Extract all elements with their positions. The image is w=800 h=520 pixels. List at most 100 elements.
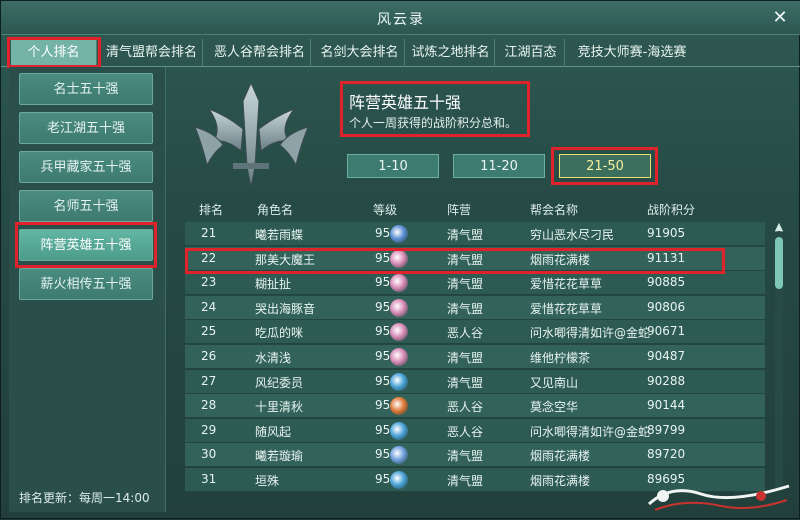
rank-cell: 29 <box>201 422 217 437</box>
tab-trial-ranking[interactable]: 试炼之地排名 <box>407 39 495 67</box>
table-row[interactable]: 23 糊扯扯 95 清气盟 爱惜花花草草 90885 <box>185 271 765 296</box>
guild-cell: 又见南山 <box>530 375 579 390</box>
character-name-cell: 十里清秋 <box>255 400 304 415</box>
rank-cell: 30 <box>201 447 217 462</box>
score-cell: 89720 <box>647 447 686 462</box>
score-cell: 90671 <box>647 324 686 339</box>
rank-cell: 27 <box>201 373 217 388</box>
character-name-cell: 水清浅 <box>255 351 292 365</box>
character-name-cell: 糊扯扯 <box>255 277 292 292</box>
rank-cell: 28 <box>201 398 217 413</box>
score-cell: 90806 <box>647 299 686 314</box>
header-level: 等级 <box>373 203 398 217</box>
school-icon <box>390 348 408 366</box>
score-cell: 89799 <box>647 422 686 437</box>
game-logo <box>647 484 790 511</box>
guild-cell: 莫念空华 <box>530 400 579 415</box>
camp-cell: 恶人谷 <box>447 400 484 415</box>
character-name-cell: 哭出海豚音 <box>255 301 316 316</box>
sidebar-item-bingjia[interactable]: 兵甲藏家五十强 <box>19 151 153 183</box>
row-highlight-outline <box>185 248 725 274</box>
school-icon <box>390 323 408 342</box>
table-row[interactable]: 26 水清浅 95 清气盟 维他柠檬茶 90487 <box>185 345 765 369</box>
level-cell: 95 <box>375 299 391 314</box>
school-icon <box>390 446 408 465</box>
table-row[interactable]: 25 吃瓜的咪 95 恶人谷 问水唧得清如许@金蛇 90671 <box>185 320 765 345</box>
tab-jianghu-baitai[interactable]: 江湖百态 <box>497 39 565 67</box>
school-icon <box>390 225 408 243</box>
sidebar-item-mingshi[interactable]: 名士五十强 <box>19 73 153 105</box>
range-button-1-10[interactable]: 1-10 <box>347 154 439 178</box>
rank-cell: 23 <box>201 275 217 290</box>
guild-cell: 问水唧得清如许@金蛇 <box>530 326 651 341</box>
level-cell: 95 <box>375 373 391 388</box>
school-icon <box>390 298 408 317</box>
level-cell: 95 <box>375 422 391 437</box>
table-row[interactable]: 28 十里清秋 95 恶人谷 莫念空华 90144 <box>185 394 765 419</box>
scrollbar-thumb[interactable] <box>775 237 783 289</box>
guild-cell: 穷山恶水尽刁民 <box>530 228 615 242</box>
score-cell: 91905 <box>647 226 686 240</box>
title-bar: 风云录 ✕ <box>1 1 800 35</box>
level-cell: 95 <box>375 472 391 486</box>
level-cell: 95 <box>375 398 391 413</box>
school-icon <box>390 397 408 416</box>
emblem-icon <box>194 81 309 188</box>
camp-cell: 清气盟 <box>447 277 484 292</box>
window-title: 风云录 <box>377 12 425 28</box>
table-row[interactable]: 27 风纪委员 95 清气盟 又见南山 90288 <box>185 369 765 394</box>
sidebar-highlight-outline <box>15 222 157 268</box>
camp-cell: 清气盟 <box>447 228 484 242</box>
rank-cell: 26 <box>201 349 217 363</box>
tab-master-competition[interactable]: 竞技大师赛-海选赛 <box>567 39 697 67</box>
header-camp: 阵营 <box>447 203 472 217</box>
guild-cell: 爱惜花花草草 <box>530 277 603 292</box>
sidebar-item-xinhuo[interactable]: 薪火相传五十强 <box>19 268 153 300</box>
rank-cell: 21 <box>201 226 217 240</box>
school-icon <box>390 471 408 489</box>
header-rank: 排名 <box>199 203 224 217</box>
camp-cell: 清气盟 <box>447 375 484 390</box>
character-name-cell: 风纪委员 <box>255 375 304 390</box>
sidebar-item-mingshi-master[interactable]: 名师五十强 <box>19 190 153 222</box>
header-guild: 帮会名称 <box>530 203 579 217</box>
level-cell: 95 <box>375 324 391 339</box>
table-row[interactable]: 29 随风起 95 恶人谷 问水唧得清如许@金蛇 89799 <box>185 418 765 443</box>
header-name: 角色名 <box>257 203 294 217</box>
range-button-11-20[interactable]: 11-20 <box>453 154 545 178</box>
character-name-cell: 曦若雨蝶 <box>255 228 304 242</box>
level-cell: 95 <box>375 226 391 240</box>
ranking-description: 个人一周获得的战阶积分总和。 <box>349 116 518 130</box>
camp-cell: 清气盟 <box>447 301 484 316</box>
table-row[interactable]: 24 哭出海豚音 95 清气盟 爱惜花花草草 90806 <box>185 295 765 320</box>
character-name-cell: 曦若璇瑜 <box>255 449 304 464</box>
character-name-cell: 随风起 <box>255 424 292 439</box>
sidebar-item-laojianghu[interactable]: 老江湖五十强 <box>19 112 153 144</box>
level-cell: 95 <box>375 349 391 363</box>
range-highlight-outline <box>551 147 658 185</box>
tab-mingjian-ranking[interactable]: 名剑大会排名 <box>315 39 405 67</box>
score-cell: 90144 <box>647 398 686 413</box>
tab-haoqi-guild-ranking[interactable]: 清气盟帮会排名 <box>101 39 203 67</box>
tab-bar: 个人排名 清气盟帮会排名 恶人谷帮会排名 名剑大会排名 试炼之地排名 江湖百态 … <box>1 39 800 67</box>
table-row[interactable]: 30 曦若璇瑜 95 清气盟 烟雨花满楼 89720 <box>185 443 765 468</box>
guild-cell: 烟雨花满楼 <box>530 449 591 464</box>
school-icon <box>390 372 408 391</box>
close-icon[interactable]: ✕ <box>769 7 791 29</box>
table-row[interactable]: 21 曦若雨蝶 95 清气盟 穷山恶水尽刁民 91905 <box>185 222 765 246</box>
camp-cell: 恶人谷 <box>447 424 484 439</box>
score-cell: 90885 <box>647 275 686 290</box>
guild-cell: 维他柠檬茶 <box>530 351 591 365</box>
table-header: 排名 角色名 等级 阵营 帮会名称 战阶积分 <box>167 201 767 221</box>
guild-cell: 问水唧得清如许@金蛇 <box>530 424 651 439</box>
rank-cell: 25 <box>201 324 217 339</box>
update-schedule: 排名更新：每周一14:00 <box>19 491 150 505</box>
camp-cell: 恶人谷 <box>447 326 484 341</box>
camp-cell: 清气盟 <box>447 351 484 365</box>
camp-cell: 清气盟 <box>447 449 484 464</box>
tab-highlight-outline <box>7 37 101 68</box>
rank-cell: 31 <box>201 472 217 486</box>
score-cell: 90487 <box>647 349 686 363</box>
school-icon <box>390 274 408 293</box>
tab-eren-guild-ranking[interactable]: 恶人谷帮会排名 <box>209 39 311 67</box>
